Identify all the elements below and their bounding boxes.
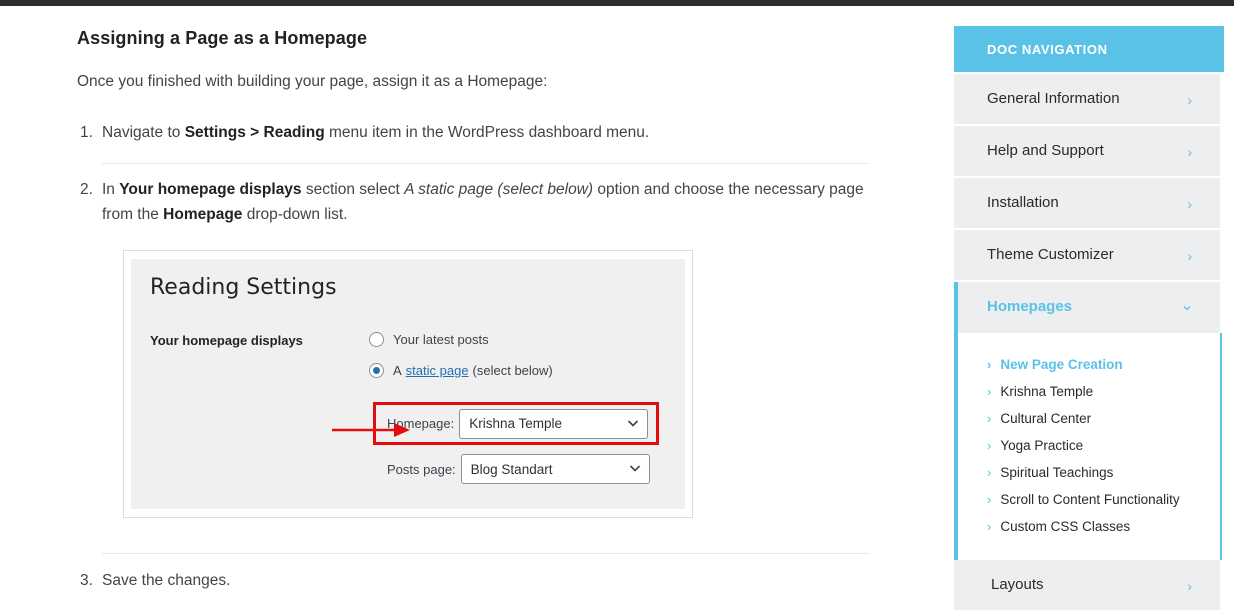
radio-static-page: A static page (select below) <box>369 363 553 378</box>
subnav-item-label: Custom CSS Classes <box>1000 519 1131 534</box>
divider <box>102 553 869 554</box>
nav-item-label: Help and Support <box>987 142 1104 159</box>
subnav-item-label: Krishna Temple <box>1000 384 1094 399</box>
nav-item-label: Theme Customizer <box>987 246 1114 263</box>
nav-item-installation[interactable]: Installation › <box>954 178 1222 228</box>
step-1: 1. Navigate to Settings > Reading menu i… <box>80 120 872 145</box>
radio-unchecked-icon <box>369 332 384 347</box>
chevron-down-icon <box>629 465 640 472</box>
bullet-chevron-icon: › <box>987 384 992 399</box>
nav-item-label: Layouts <box>991 576 1044 593</box>
subnav-item-label: Scroll to Content Functionality <box>1000 492 1180 507</box>
radio-latest-posts: Your latest posts <box>369 332 489 347</box>
subnav-item-yoga-practice[interactable]: › Yoga Practice <box>987 438 1083 453</box>
step-number: 3. <box>80 572 93 589</box>
bullet-chevron-icon: › <box>987 465 992 480</box>
static-page-link: static page <box>405 363 469 378</box>
radio-label: A <box>393 363 402 378</box>
step-text: menu item in the WordPress dashboard men… <box>324 124 650 141</box>
posts-page-select: Blog Standart <box>460 454 650 484</box>
subnav-item-label: Spiritual Teachings <box>1000 465 1114 480</box>
nav-item-help-and-support[interactable]: Help and Support › <box>954 126 1222 176</box>
step-3: 3. Save the changes. <box>80 568 872 593</box>
step-text: Save the changes. <box>102 572 231 589</box>
subnav-item-label: Cultural Center <box>1000 411 1092 426</box>
chevron-right-icon: › <box>1187 196 1192 212</box>
doc-navigation-sidebar: DOC NAVIGATION General Information › Hel… <box>954 26 1224 613</box>
homepage-select: Krishna Temple <box>459 408 649 439</box>
reading-settings-screenshot: Reading Settings Your homepage displays … <box>123 250 693 518</box>
homepage-displays-label: Your homepage displays <box>150 333 303 348</box>
step-bold: Homepage <box>163 206 243 223</box>
step-text: Navigate to <box>102 124 185 141</box>
step-text: drop-down list. <box>242 206 348 223</box>
step-2: 2. In Your homepage displays section sel… <box>80 177 872 227</box>
subnav-item-krishna-temple[interactable]: › Krishna Temple <box>987 384 1093 399</box>
nav-item-layouts[interactable]: Layouts › <box>954 560 1222 610</box>
chevron-right-icon: › <box>1187 92 1192 108</box>
homepage-select-highlight: Homepage: Krishna Temple <box>373 402 659 445</box>
homepages-submenu: › New Page Creation › Krishna Temple › Cult… <box>954 333 1222 560</box>
radio-label-suffix: (select below) <box>472 363 553 378</box>
posts-page-row: Posts page: Blog Standart <box>387 454 650 484</box>
screenshot-panel: Reading Settings Your homepage displays … <box>131 259 685 509</box>
chevron-down-icon <box>1183 306 1191 311</box>
subnav-item-label: Yoga Practice <box>1000 438 1084 453</box>
bullet-chevron-icon: › <box>987 438 992 453</box>
bullet-chevron-icon: › <box>987 519 992 534</box>
top-bar <box>0 0 1234 6</box>
bullet-chevron-icon: › <box>987 492 992 507</box>
nav-item-homepages[interactable]: Homepages <box>954 282 1222 333</box>
nav-item-theme-customizer[interactable]: Theme Customizer › <box>954 230 1222 280</box>
red-arrow-icon <box>332 423 410 437</box>
chevron-down-icon <box>628 419 639 427</box>
nav-item-label: General Information <box>987 90 1120 107</box>
radio-checked-icon <box>369 363 384 378</box>
nav-item-label: Homepages <box>987 298 1073 315</box>
posts-page-select-value: Blog Standart <box>470 461 553 477</box>
step-number: 1. <box>80 124 93 141</box>
subnav-item-scroll-to-content[interactable]: › Scroll to Content Functionality <box>987 492 1180 507</box>
chevron-right-icon: › <box>1187 144 1192 160</box>
subnav-item-new-page-creation[interactable]: › New Page Creation <box>987 357 1123 372</box>
step-italic: A static page (select below) <box>404 181 594 198</box>
radio-label: Your latest posts <box>393 332 489 347</box>
homepage-select-value: Krishna Temple <box>469 416 563 431</box>
nav-item-label: Installation <box>987 194 1059 211</box>
step-bold: Settings > Reading <box>184 124 325 141</box>
subnav-item-cultural-center[interactable]: › Cultural Center <box>987 411 1091 426</box>
chevron-right-icon: › <box>1187 248 1192 264</box>
doc-navigation-header: DOC NAVIGATION <box>954 26 1224 72</box>
bullet-chevron-icon: › <box>987 411 992 426</box>
subnav-item-label: New Page Creation <box>1000 357 1123 372</box>
chevron-right-icon: › <box>1187 578 1192 594</box>
step-bold: Your homepage displays <box>119 181 302 198</box>
reading-settings-title: Reading Settings <box>150 275 337 300</box>
bullet-chevron-icon: › <box>987 357 992 372</box>
intro-text: Once you finished with building your pag… <box>77 73 548 90</box>
section-title: Assigning a Page as a Homepage <box>77 28 368 48</box>
subnav-item-custom-css-classes[interactable]: › Custom CSS Classes <box>987 519 1130 534</box>
nav-item-general-information[interactable]: General Information › <box>954 74 1222 124</box>
step-number: 2. <box>80 181 93 198</box>
step-text: In <box>102 181 120 198</box>
posts-page-label: Posts page: <box>387 461 456 477</box>
divider <box>102 163 869 164</box>
step-text: section select <box>301 181 405 198</box>
subnav-item-spiritual-teachings[interactable]: › Spiritual Teachings <box>987 465 1113 480</box>
